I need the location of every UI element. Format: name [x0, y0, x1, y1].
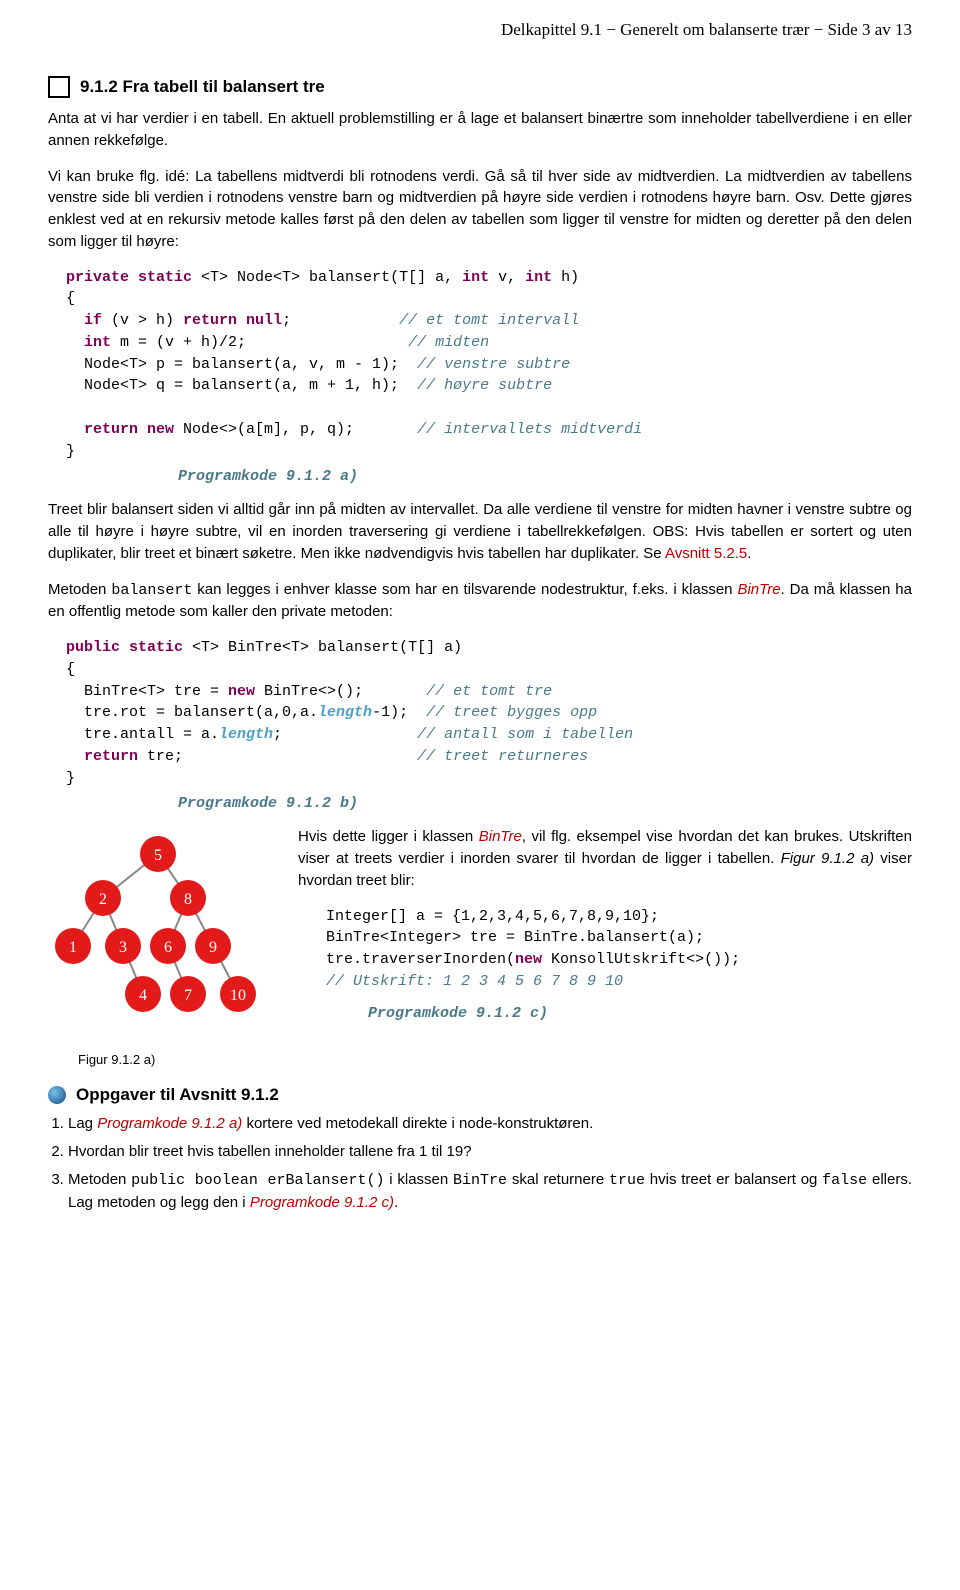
code-caption-c: Programkode 9.1.2 c)	[368, 1005, 912, 1022]
paragraph-5: Hvis dette ligger i klassen BinTre, vil …	[298, 826, 912, 891]
exercises-heading-row: Oppgaver til Avsnitt 9.1.2	[48, 1085, 912, 1105]
exercise-1: Lag Programkode 9.1.2 a) kortere ved met…	[68, 1113, 912, 1135]
code-listing-c: Integer[] a = {1,2,3,4,5,6,7,8,9,10}; Bi…	[326, 906, 912, 993]
paragraph-2: Vi kan bruke flg. idé: La tabellens midt…	[48, 166, 912, 253]
svg-text:8: 8	[184, 891, 192, 908]
square-bullet-icon	[48, 76, 70, 98]
code-caption-a: Programkode 9.1.2 a)	[178, 468, 912, 485]
figure-caption: Figur 9.1.2 a)	[78, 1052, 278, 1067]
paragraph-3: Treet blir balansert siden vi alltid går…	[48, 499, 912, 564]
svg-text:7: 7	[184, 987, 192, 1004]
exercise-2: Hvordan blir treet hvis tabellen innehol…	[68, 1141, 912, 1163]
figure-text-wrap: 5 2 8 1 3 6 9 4 7 10 Figur 9.1.2 a) Hvis…	[48, 826, 912, 1067]
svg-text:6: 6	[164, 939, 172, 956]
paragraph-1: Anta at vi har verdier i en tabell. En a…	[48, 108, 912, 152]
exercises-title: Oppgaver til Avsnitt 9.1.2	[76, 1085, 279, 1105]
svg-text:5: 5	[154, 847, 162, 864]
code-caption-b: Programkode 9.1.2 b)	[178, 795, 912, 812]
svg-text:3: 3	[119, 939, 127, 956]
code-listing-b: public static <T> BinTre<T> balansert(T[…	[66, 637, 912, 789]
code-listing-a: private static <T> Node<T> balansert(T[]…	[66, 267, 912, 463]
paragraph-4: Metoden balansert kan legges i enhver kl…	[48, 579, 912, 624]
section-title: 9.1.2 Fra tabell til balansert tre	[80, 77, 325, 97]
svg-text:4: 4	[139, 987, 147, 1004]
page-header: Delkapittel 9.1 − Generelt om balanserte…	[48, 20, 912, 76]
svg-text:9: 9	[209, 939, 217, 956]
svg-text:2: 2	[99, 891, 107, 908]
exercise-list: Lag Programkode 9.1.2 a) kortere ved met…	[48, 1113, 912, 1213]
svg-text:1: 1	[69, 939, 77, 956]
exercise-3: Metoden public boolean erBalansert() i k…	[68, 1169, 912, 1214]
svg-text:10: 10	[230, 987, 246, 1004]
section-heading-row: 9.1.2 Fra tabell til balansert tre	[48, 76, 912, 98]
tree-figure: 5 2 8 1 3 6 9 4 7 10	[48, 826, 268, 1046]
sphere-bullet-icon	[48, 1086, 66, 1104]
